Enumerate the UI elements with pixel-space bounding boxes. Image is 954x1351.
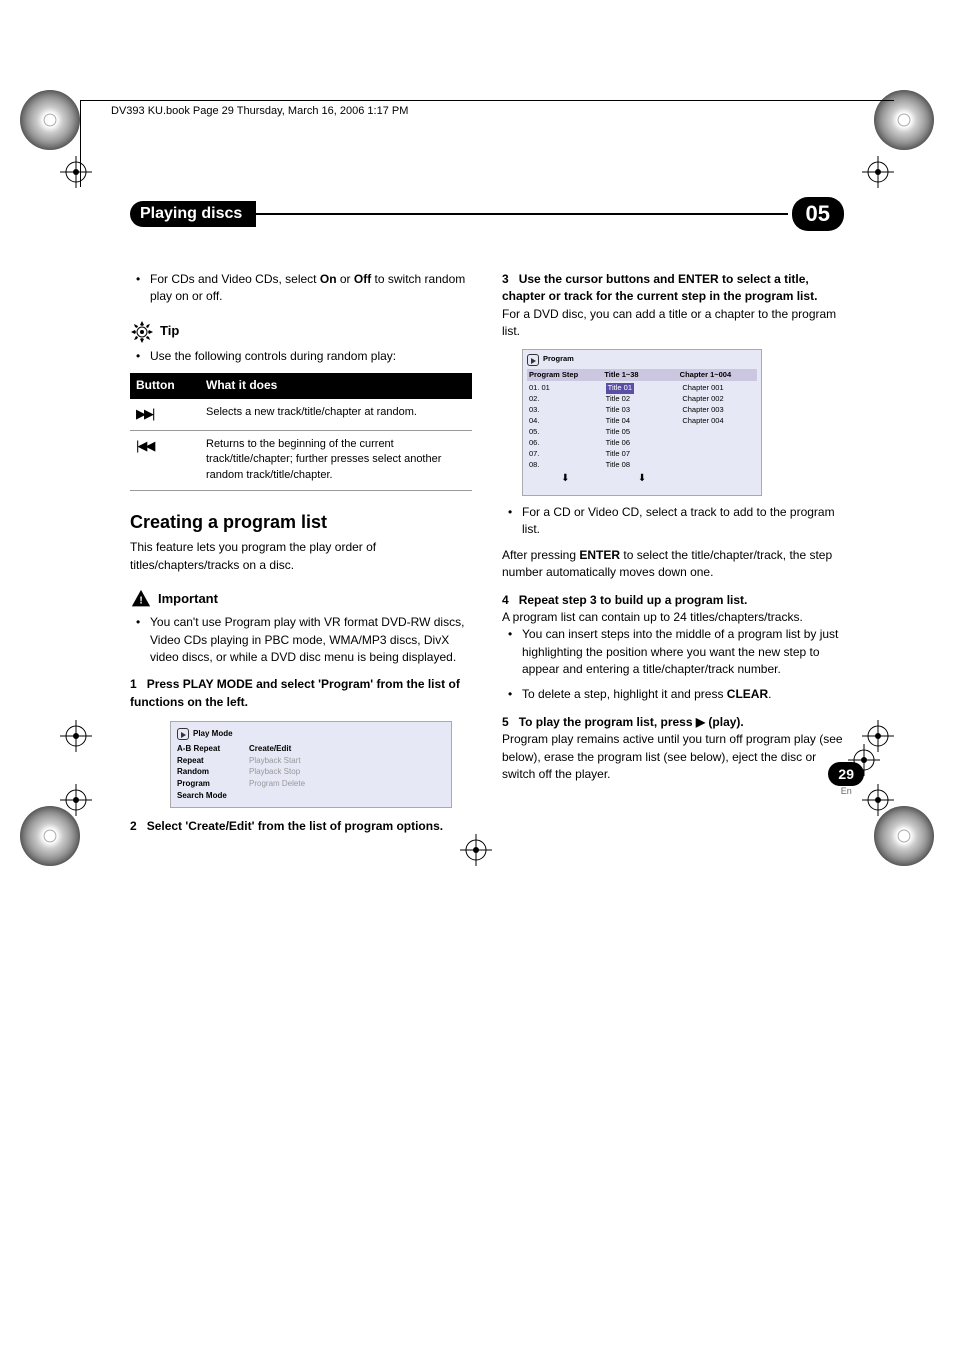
- next-track-icon: ▶▶|: [136, 406, 153, 421]
- svg-text:!: !: [139, 596, 142, 607]
- section-heading: Creating a program list: [130, 509, 472, 535]
- osd-play-mode: Play Mode A-B RepeatCreate/Edit RepeatPl…: [170, 721, 452, 808]
- chapter-number: 05: [792, 197, 844, 231]
- step-heading: 5To play the program list, press ▶ (play…: [502, 714, 844, 731]
- chapter-rule: [256, 213, 787, 215]
- page-number-badge: 29 En: [828, 762, 864, 796]
- body-text: This feature lets you program the play o…: [130, 539, 472, 574]
- step-heading: 2Select 'Create/Edit' from the list of p…: [130, 818, 472, 835]
- body-text: You can insert steps into the middle of …: [514, 626, 844, 678]
- chapter-title: Playing discs: [130, 201, 256, 227]
- file-header: DV393 KU.book Page 29 Thursday, March 16…: [111, 105, 894, 117]
- body-text: To delete a step, highlight it and press…: [514, 686, 844, 703]
- prev-track-icon: |◀◀: [136, 438, 153, 453]
- step-heading: 3Use the cursor buttons and ENTER to sel…: [502, 271, 844, 306]
- play-mode-icon: [177, 728, 189, 740]
- tip-label: Tip: [160, 322, 179, 341]
- warning-icon: !: [130, 588, 152, 610]
- step-heading: 4Repeat step 3 to build up a program lis…: [502, 592, 844, 609]
- body-text: Program play remains active until you tu…: [502, 731, 844, 783]
- body-text: For a DVD disc, you can add a title or a…: [502, 306, 844, 341]
- gear-icon: [130, 320, 154, 344]
- table-header: ButtonWhat it does: [130, 373, 472, 398]
- body-text: For a CD or Video CD, select a track to …: [514, 504, 844, 539]
- left-column: For CDs and Video CDs, select On or Off …: [130, 271, 472, 836]
- body-text: For CDs and Video CDs, select On or Off …: [142, 271, 472, 306]
- body-text: After pressing ENTER to select the title…: [502, 547, 844, 582]
- body-text: Use the following controls during random…: [142, 348, 472, 365]
- body-text: A program list can contain up to 24 titl…: [502, 609, 844, 626]
- osd-program: Program Program StepTitle 1~38Chapter 1~…: [522, 349, 762, 496]
- play-mode-icon: [527, 354, 539, 366]
- body-text: You can't use Program play with VR forma…: [142, 614, 472, 666]
- important-label: Important: [158, 590, 218, 609]
- step-heading: 1Press PLAY MODE and select 'Program' fr…: [130, 676, 472, 711]
- table-row: ▶▶| Selects a new track/title/chapter at…: [130, 399, 472, 431]
- right-column: 3Use the cursor buttons and ENTER to sel…: [502, 271, 844, 836]
- table-row: |◀◀ Returns to the beginning of the curr…: [130, 431, 472, 492]
